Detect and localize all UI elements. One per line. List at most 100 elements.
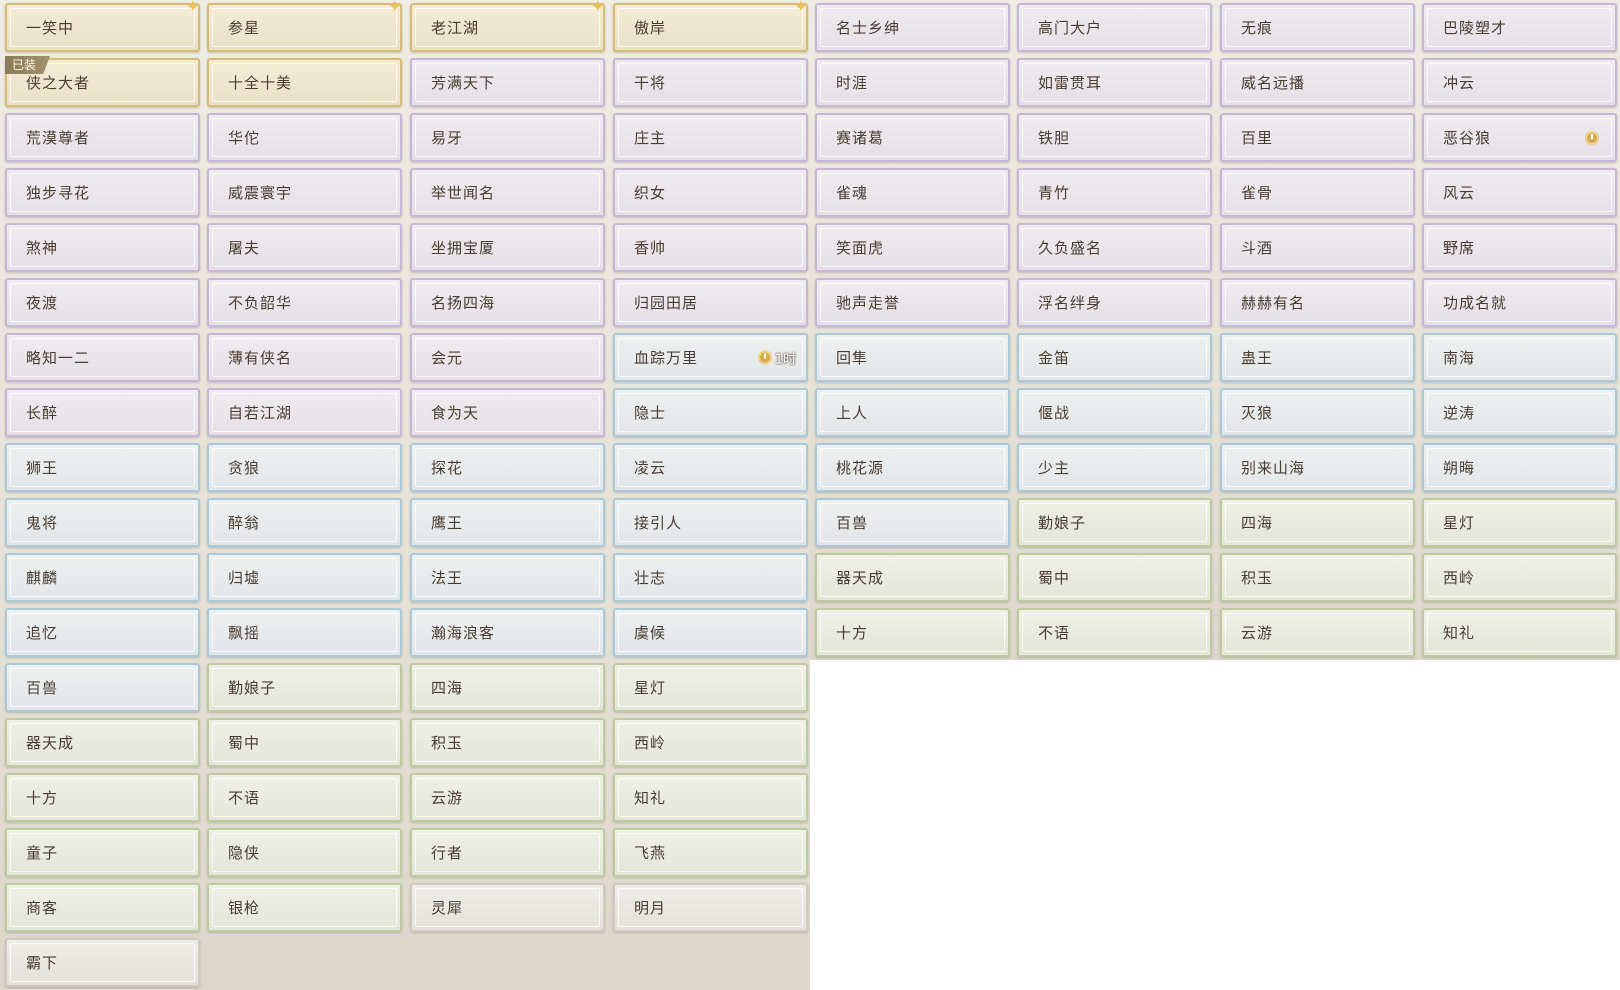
title-tile[interactable]: 十全十美 — [207, 58, 402, 107]
title-tile[interactable]: 星灯 — [1422, 498, 1617, 547]
title-tile[interactable]: 回隼 — [815, 333, 1010, 382]
title-tile[interactable]: 法王 — [410, 553, 605, 602]
title-tile[interactable]: 行者 — [410, 828, 605, 877]
title-tile[interactable]: 野席 — [1422, 223, 1617, 272]
title-tile[interactable]: 明月 — [613, 883, 808, 932]
title-tile[interactable]: 鹰王 — [410, 498, 605, 547]
title-tile[interactable]: 少主 — [1017, 443, 1212, 492]
title-tile[interactable]: 虞候 — [613, 608, 808, 657]
title-tile[interactable]: 食为天 — [410, 388, 605, 437]
title-tile[interactable]: 笑面虎 — [815, 223, 1010, 272]
title-tile[interactable]: 偃战 — [1017, 388, 1212, 437]
title-tile[interactable]: 功成名就 — [1422, 278, 1617, 327]
title-tile[interactable]: 童子 — [5, 828, 200, 877]
title-tile[interactable]: 雀魂 — [815, 168, 1010, 217]
title-tile[interactable]: 西岭 — [613, 718, 808, 767]
title-tile[interactable]: 傲岸 ✦ — [613, 0, 808, 52]
title-tile[interactable]: 老江湖 ✦ — [410, 0, 605, 52]
title-tile[interactable]: 荒漠尊者 — [5, 113, 200, 162]
title-tile[interactable]: 上人 — [815, 388, 1010, 437]
title-tile[interactable]: 举世闻名 — [410, 168, 605, 217]
title-tile[interactable]: 煞神 — [5, 223, 200, 272]
title-tile[interactable]: 狮王 — [5, 443, 200, 492]
title-tile[interactable]: 金笛 — [1017, 333, 1212, 382]
title-tile[interactable]: 自若江湖 — [207, 388, 402, 437]
title-tile[interactable]: 一笑中 ✦ — [5, 0, 200, 52]
title-tile[interactable]: 百里 — [1220, 113, 1415, 162]
title-tile[interactable]: 威震寰宇 — [207, 168, 402, 217]
title-tile[interactable]: 无痕 — [1220, 3, 1415, 52]
title-tile[interactable]: 赫赫有名 — [1220, 278, 1415, 327]
title-tile[interactable]: 器天成 — [815, 553, 1010, 602]
title-tile[interactable]: 银枪 — [207, 883, 402, 932]
title-tile[interactable]: 贪狼 — [207, 443, 402, 492]
title-tile[interactable]: 器天成 — [5, 718, 200, 767]
title-tile[interactable]: 凌云 — [613, 443, 808, 492]
title-tile[interactable]: 灵犀 — [410, 883, 605, 932]
title-tile[interactable]: 勤娘子 — [207, 663, 402, 712]
title-tile[interactable]: 隐士 — [613, 388, 808, 437]
title-tile[interactable]: 霸下 — [5, 938, 200, 987]
title-tile[interactable]: 恶谷狼 — [1422, 113, 1617, 162]
title-tile[interactable]: 灭狼 — [1220, 388, 1415, 437]
title-tile[interactable]: 归园田居 — [613, 278, 808, 327]
title-tile[interactable]: 屠夫 — [207, 223, 402, 272]
title-tile[interactable]: 干将 — [613, 58, 808, 107]
title-tile[interactable]: 冲云 — [1422, 58, 1617, 107]
title-tile[interactable]: 知礼 — [1422, 608, 1617, 657]
title-tile[interactable]: 飞燕 — [613, 828, 808, 877]
title-tile[interactable]: 久负盛名 — [1017, 223, 1212, 272]
title-tile[interactable]: 不负韶华 — [207, 278, 402, 327]
title-tile[interactable]: 斗酒 — [1220, 223, 1415, 272]
title-tile[interactable]: 麒麟 — [5, 553, 200, 602]
title-tile[interactable]: 名扬四海 — [410, 278, 605, 327]
title-tile[interactable]: 高门大户 — [1017, 3, 1212, 52]
title-tile[interactable]: 积玉 — [410, 718, 605, 767]
title-tile[interactable]: 云游 — [410, 773, 605, 822]
title-tile[interactable]: 醉翁 — [207, 498, 402, 547]
title-tile[interactable]: 坐拥宝厦 — [410, 223, 605, 272]
title-tile[interactable]: 十方 — [5, 773, 200, 822]
title-tile[interactable]: 勤娘子 — [1017, 498, 1212, 547]
title-tile[interactable]: 桃花源 — [815, 443, 1010, 492]
title-tile[interactable]: 商客 — [5, 883, 200, 932]
title-tile[interactable]: 夜渡 — [5, 278, 200, 327]
title-tile[interactable]: 巴陵塑才 — [1422, 3, 1617, 52]
title-tile[interactable]: 探花 — [410, 443, 605, 492]
title-tile[interactable]: 赛诸葛 — [815, 113, 1010, 162]
title-tile[interactable]: 鬼将 — [5, 498, 200, 547]
title-tile[interactable]: 壮志 — [613, 553, 808, 602]
title-tile[interactable]: 知礼 — [613, 773, 808, 822]
title-tile[interactable]: 云游 — [1220, 608, 1415, 657]
title-tile[interactable]: 百兽 — [815, 498, 1010, 547]
title-tile[interactable]: 易牙 — [410, 113, 605, 162]
title-tile[interactable]: 名士乡绅 — [815, 3, 1010, 52]
title-tile[interactable]: 浮名绊身 — [1017, 278, 1212, 327]
title-tile[interactable]: 不语 — [207, 773, 402, 822]
title-tile[interactable]: 薄有侠名 — [207, 333, 402, 382]
title-tile[interactable]: 隐侠 — [207, 828, 402, 877]
title-tile[interactable]: 不语 — [1017, 608, 1212, 657]
title-tile[interactable]: 蛊王 — [1220, 333, 1415, 382]
title-tile[interactable]: 别来山海 — [1220, 443, 1415, 492]
title-tile[interactable]: 十方 — [815, 608, 1010, 657]
title-tile[interactable]: 蜀中 — [207, 718, 402, 767]
title-tile[interactable]: 风云 — [1422, 168, 1617, 217]
title-tile[interactable]: 四海 — [410, 663, 605, 712]
title-tile[interactable]: 南海 — [1422, 333, 1617, 382]
title-tile[interactable]: 百兽 — [5, 663, 200, 712]
title-tile[interactable]: 飘摇 — [207, 608, 402, 657]
title-tile[interactable]: 香帅 — [613, 223, 808, 272]
title-tile[interactable]: 织女 — [613, 168, 808, 217]
title-tile[interactable]: 血踪万里 1时 — [613, 333, 808, 382]
title-tile[interactable]: 如雷贯耳 — [1017, 58, 1212, 107]
title-tile[interactable]: 朔晦 — [1422, 443, 1617, 492]
title-tile[interactable]: 蜀中 — [1017, 553, 1212, 602]
title-tile[interactable]: 星灯 — [613, 663, 808, 712]
title-tile[interactable]: 威名远播 — [1220, 58, 1415, 107]
title-tile[interactable]: 庄主 — [613, 113, 808, 162]
title-tile[interactable]: 侠之大者 已装 — [5, 56, 200, 107]
title-tile[interactable]: 瀚海浪客 — [410, 608, 605, 657]
title-tile[interactable]: 独步寻花 — [5, 168, 200, 217]
title-tile[interactable]: 西岭 — [1422, 553, 1617, 602]
